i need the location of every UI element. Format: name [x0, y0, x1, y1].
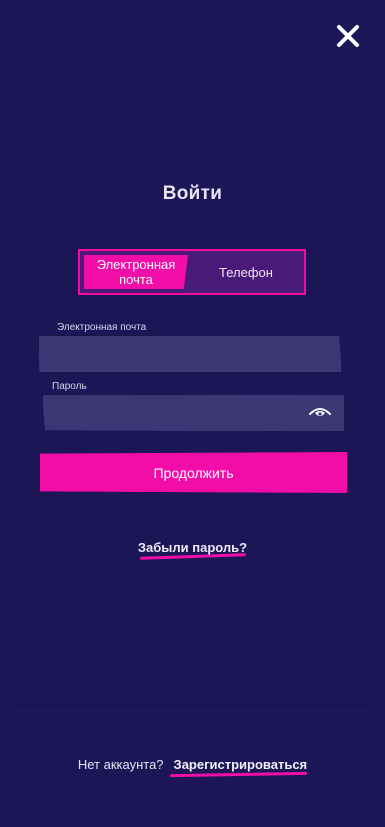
password-field-label: Пароль — [52, 381, 87, 392]
tab-phone-label: Телефон — [219, 264, 273, 280]
no-account-text: Нет аккаунта? — [77, 757, 164, 772]
eye-icon — [309, 408, 331, 416]
close-icon — [337, 25, 359, 47]
password-field-container — [42, 394, 345, 432]
email-field[interactable] — [39, 336, 341, 372]
continue-button-label: Продолжить — [153, 464, 234, 481]
email-field-container — [38, 335, 342, 373]
tab-email[interactable]: Электронная почта — [84, 255, 188, 289]
tab-phone[interactable]: Телефон — [192, 255, 300, 289]
login-method-tabs: Электронная почта Телефон — [78, 249, 306, 295]
tab-email-label: Электронная почта — [96, 257, 176, 287]
continue-button[interactable]: Продолжить — [40, 452, 347, 493]
page-title: Войти — [162, 183, 223, 204]
divider — [14, 710, 370, 711]
register-link[interactable]: Зарегистрироваться — [174, 757, 308, 772]
email-field-label: Электронная почта — [57, 322, 147, 333]
show-password-button[interactable] — [309, 406, 331, 420]
password-field[interactable] — [43, 395, 344, 431]
close-button[interactable] — [334, 22, 362, 50]
register-underline — [169, 771, 308, 778]
